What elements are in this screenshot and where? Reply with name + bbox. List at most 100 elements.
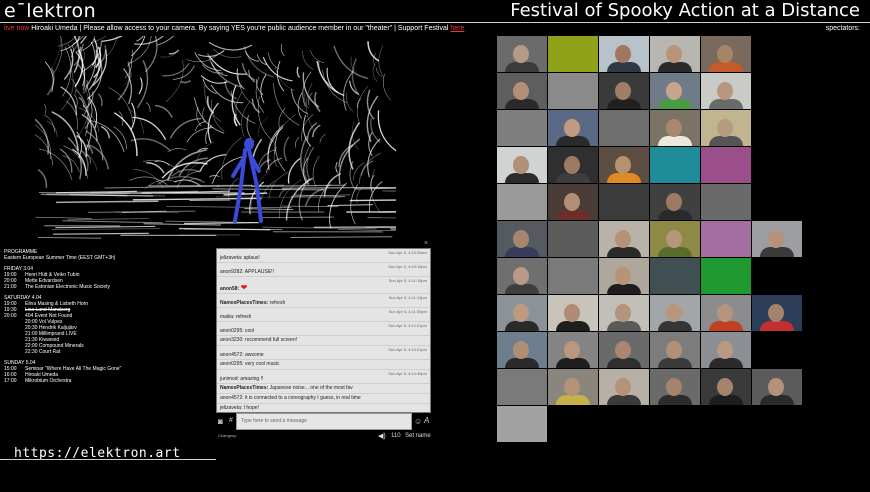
set-name-button[interactable]: Set name [405, 433, 431, 439]
spectator-video-tile [599, 73, 649, 109]
chat-message-user[interactable]: jelizaveta: [220, 255, 242, 261]
spectator-body [556, 321, 590, 331]
chat-message-user[interactable]: anon3230: [220, 337, 244, 343]
spectator-video-tile [599, 258, 649, 294]
chat-message-user[interactable]: anon4572: [220, 395, 244, 401]
spectator-video-tile [701, 36, 751, 72]
spectator-body [658, 395, 692, 405]
spectator-video-tile [497, 73, 547, 109]
spectator-body [607, 247, 641, 257]
chat-message-user[interactable]: anon58: [220, 286, 239, 292]
changeup-label[interactable]: Changeup [218, 433, 236, 438]
chat-message-user[interactable]: jelizaveta: [220, 405, 242, 411]
spectator-body [505, 358, 539, 368]
spectator-grid [497, 36, 802, 442]
programme-item-title: The Estonian Electronic Music Society [25, 284, 111, 290]
spectator-face [513, 267, 529, 285]
spectator-body [658, 358, 692, 368]
spectator-video-tile [497, 258, 547, 294]
chat-message: Sun Apr 5, 4:11:15pm anon58: ❤ [217, 277, 430, 294]
chat-message: anon4572: it is connected to a coreograp… [217, 394, 430, 404]
volume-icon[interactable]: ◀) [378, 432, 386, 440]
spectator-video-tile [701, 110, 751, 146]
spectator-face [615, 341, 631, 359]
chat-message-text: refresh [234, 314, 252, 320]
spectator-body [607, 395, 641, 405]
close-icon[interactable]: × [424, 240, 428, 247]
spectator-face [513, 230, 529, 248]
spectator-video-tile [650, 258, 700, 294]
spectator-face [768, 378, 784, 396]
spectator-face [564, 378, 580, 396]
spectator-body [709, 62, 743, 72]
spectator-face [615, 230, 631, 248]
ticker-message: Hiroaki Umeda | Please allow access to y… [29, 25, 451, 32]
spectator-video-tile [599, 147, 649, 183]
spectator-face [513, 82, 529, 100]
spectator-face [564, 119, 580, 137]
hash-icon[interactable]: # [229, 417, 233, 424]
spectator-video-tile [548, 332, 598, 368]
video-frame [35, 36, 396, 239]
spectator-video-tile [701, 258, 751, 294]
camera-icon[interactable]: ◙ [218, 417, 223, 426]
spectator-face [615, 82, 631, 100]
spectator-video-tile [548, 73, 598, 109]
spectator-body [658, 99, 692, 109]
chat-message-text: Japanese noise... one of the most fav [268, 385, 353, 391]
chat-message-user[interactable]: NamesPlacesTimes: [220, 300, 268, 306]
spectator-face [666, 193, 682, 211]
viewer-count: 110 [391, 433, 401, 439]
chat-message: anon0295: very cool music [217, 360, 430, 370]
chat-message-user[interactable]: maiiia: [220, 314, 234, 320]
spectator-face [513, 156, 529, 174]
spectator-video-tile [650, 184, 700, 220]
spectator-body [709, 99, 743, 109]
spectator-face [717, 45, 733, 63]
emoji-icon[interactable]: ☺ [414, 417, 422, 426]
chat-message-text: aplaus! [242, 255, 260, 261]
performance-video[interactable] [35, 36, 396, 239]
spectator-video-tile [497, 110, 547, 146]
font-icon[interactable]: A [424, 416, 429, 425]
programme-item-time: 21:00 [4, 284, 17, 290]
spectator-video-tile [599, 110, 649, 146]
chat-message-user[interactable]: anon9282: [220, 269, 244, 275]
spectator-video-tile [548, 221, 598, 257]
chat-message: Sun Apr 5, 4:11:30pm maiiia: refresh [217, 308, 430, 322]
spectator-face [666, 378, 682, 396]
spectator-face [513, 341, 529, 359]
spectator-body [556, 210, 590, 220]
spectator-video-tile [701, 147, 751, 183]
chat-message-user[interactable]: anon0295: [220, 361, 244, 367]
support-festival-link[interactable]: here [450, 25, 464, 32]
spectator-body [505, 173, 539, 183]
spectator-video-tile [650, 369, 700, 405]
chat-message-text: refresh [268, 300, 286, 306]
spectator-body [607, 284, 641, 294]
spectator-video-tile [752, 221, 802, 257]
spectator-video-tile [497, 369, 547, 405]
spectator-body [658, 136, 692, 146]
spectator-face [717, 304, 733, 322]
chat-message-user[interactable]: anon0295: [220, 328, 244, 334]
spectator-body [607, 321, 641, 331]
chat-message-text: very cool music [243, 361, 280, 367]
chat-message-text: it is connected to a coreography I guess… [243, 395, 361, 401]
chat-message-user[interactable]: junimod: [220, 376, 239, 382]
spectator-body [505, 284, 539, 294]
chat-message-input[interactable]: Type here to send a message [236, 413, 412, 430]
spectator-body [760, 321, 794, 331]
spectator-face [615, 267, 631, 285]
spectator-body [658, 247, 692, 257]
spectator-face [666, 304, 682, 322]
chat-panel[interactable]: Sun Apr 5, 4:15:39am jelizaveta: aplaus! S… [216, 248, 431, 413]
chat-message-user[interactable]: anon4572: [220, 352, 244, 358]
site-logo[interactable]: e¯lektron [4, 0, 96, 22]
spectator-face [615, 156, 631, 174]
spectator-video-tile [497, 221, 547, 257]
spectator-face [615, 45, 631, 63]
chat-message-user[interactable]: NamesPlacesTimes: [220, 385, 268, 391]
spectator-video-tile [752, 369, 802, 405]
spectator-video-tile [650, 221, 700, 257]
